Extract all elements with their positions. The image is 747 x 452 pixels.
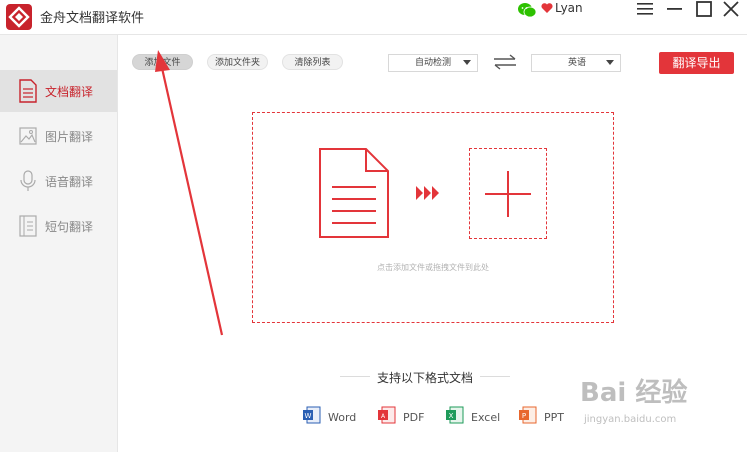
sidebar-item-label: 语音翻译	[45, 175, 94, 189]
add-file-plus-box[interactable]	[469, 148, 547, 239]
sidebar-item-document[interactable]: 文档翻译	[0, 70, 117, 112]
svg-text:X: X	[449, 412, 454, 420]
translate-export-button[interactable]: 翻译导出	[659, 52, 734, 74]
minimize-icon[interactable]	[664, 0, 686, 18]
formats-title: 支持以下格式文档	[376, 371, 473, 385]
swap-language-icon[interactable]	[492, 54, 518, 70]
chevron-down-icon	[463, 60, 471, 65]
source-language-select[interactable]: 自动检测	[388, 54, 478, 72]
target-language-value: 英语	[568, 58, 587, 68]
sidebar-item-image[interactable]: 图片翻译	[0, 115, 117, 157]
format-label: PDF	[403, 411, 425, 424]
source-language-value: 自动检测	[415, 58, 452, 68]
file-document-icon	[319, 148, 389, 238]
ppt-icon: P	[519, 406, 537, 424]
app-title: 金舟文档翻译软件	[40, 11, 145, 26]
sidebar-item-voice[interactable]: 语音翻译	[0, 160, 117, 202]
watermark: Bai 经验 jingyan.baidu.com	[580, 372, 740, 442]
app-logo-icon	[6, 4, 32, 30]
format-label: Excel	[471, 411, 501, 424]
file-drop-zone[interactable]	[252, 112, 614, 323]
formats-divider-right	[480, 376, 510, 377]
guide-arrow-annotation	[155, 50, 224, 336]
maximize-icon[interactable]	[693, 0, 715, 18]
triple-arrow-icon	[416, 186, 439, 200]
target-language-select[interactable]: 英语	[531, 54, 621, 72]
plus-icon	[485, 171, 531, 217]
sidebar-item-sentence[interactable]: 短句翻译	[0, 205, 117, 247]
svg-text:W: W	[305, 412, 312, 420]
heart-icon	[541, 3, 553, 13]
word-icon: W	[303, 406, 321, 424]
chevron-down-icon	[606, 60, 614, 65]
microphone-icon	[20, 170, 36, 191]
text-icon	[19, 215, 37, 237]
sidebar-item-label: 短句翻译	[45, 220, 94, 234]
format-label: Word	[328, 411, 357, 424]
excel-icon: X	[446, 406, 464, 424]
document-icon	[19, 79, 37, 103]
format-label: PPT	[544, 411, 564, 424]
image-icon	[19, 127, 37, 145]
sidebar-item-label: 文档翻译	[45, 85, 94, 99]
username[interactable]: Lyan	[555, 1, 583, 15]
close-icon[interactable]	[720, 0, 742, 18]
clear-list-button[interactable]: 清除列表	[282, 54, 343, 70]
sidebar: 文档翻译 图片翻译 语音翻译 短句翻译	[0, 35, 118, 452]
svg-text:P: P	[522, 412, 526, 420]
watermark-logo-text: Bai 经验	[580, 378, 688, 408]
wechat-icon[interactable]	[518, 2, 536, 18]
pdf-icon: A	[378, 406, 396, 424]
menu-icon[interactable]	[634, 0, 656, 18]
title-bar: 金舟文档翻译软件 Lyan	[0, 0, 747, 33]
watermark-url: jingyan.baidu.com	[584, 414, 677, 425]
sidebar-item-label: 图片翻译	[45, 130, 94, 144]
drop-hint-text: 点击添加文件或拖拽文件到此处	[377, 263, 489, 272]
